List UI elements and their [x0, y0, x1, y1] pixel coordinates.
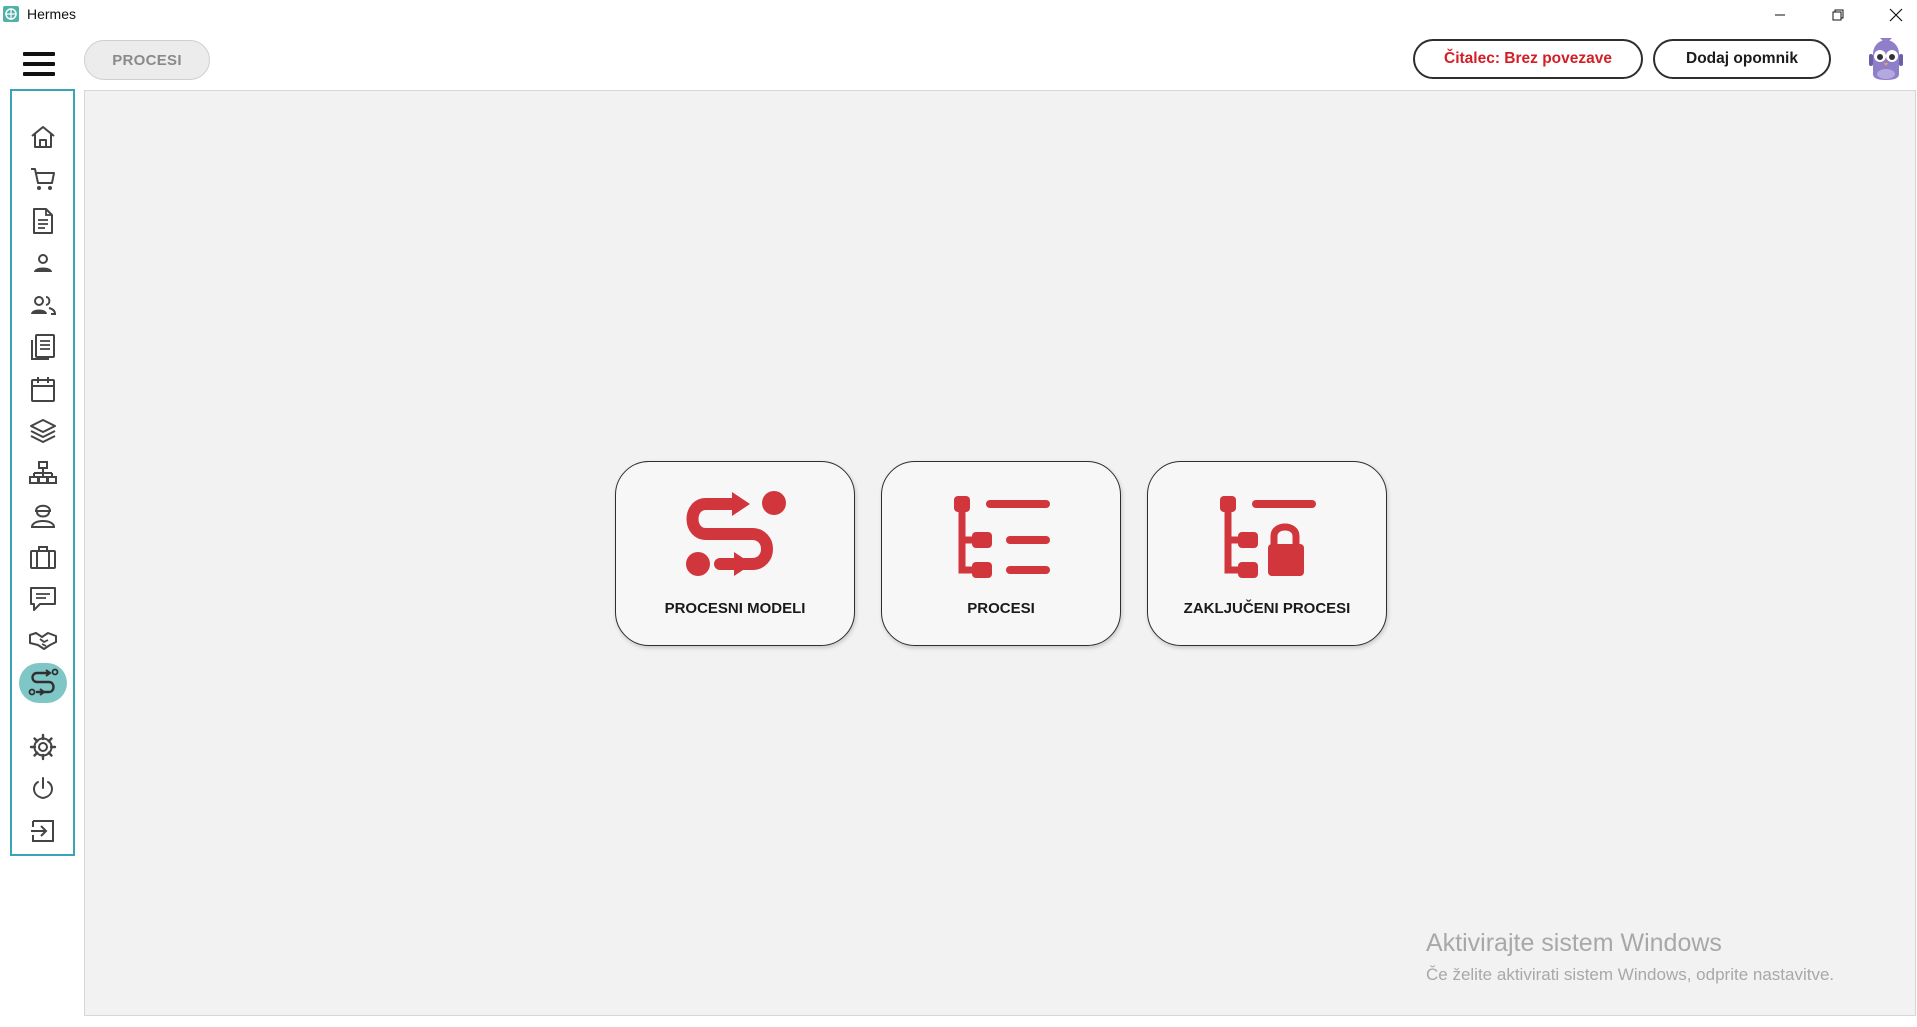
active-indicator — [18, 663, 67, 703]
process-models-card[interactable]: PROCESNI MODELI — [615, 461, 855, 646]
people-icon — [30, 296, 56, 315]
card-label: ZAKLJUČENI PROCESI — [1183, 600, 1351, 617]
restore-icon — [1832, 9, 1844, 21]
process-icon — [28, 668, 58, 696]
hierarchy-icon — [28, 461, 57, 484]
sidebar-item-cart[interactable] — [12, 159, 73, 199]
sidebar-item-news[interactable] — [12, 327, 73, 367]
close-button[interactable] — [1867, 0, 1917, 30]
sidebar-item-layers[interactable] — [12, 411, 73, 451]
breadcrumb[interactable]: PROCESI — [84, 40, 210, 80]
sidebar — [10, 89, 75, 856]
briefcase-icon — [29, 546, 56, 569]
hamburger-line — [23, 72, 55, 76]
sidebar-item-logout[interactable] — [12, 811, 73, 851]
closed-processes-card[interactable]: ZAKLJUČENI PROCESI — [1147, 461, 1387, 646]
card-label: PROCESNI MODELI — [664, 600, 806, 617]
handshake-icon — [28, 632, 57, 650]
sidebar-item-documents[interactable] — [12, 201, 73, 241]
windows-activation-title: Aktivirajte sistem Windows — [1426, 929, 1722, 957]
sidebar-item-worker[interactable] — [12, 495, 73, 535]
title-bar: Hermes — [0, 0, 1917, 30]
sidebar-item-messages[interactable] — [12, 579, 73, 619]
app-logo-icon — [3, 6, 19, 22]
process-model-icon — [686, 491, 786, 576]
windows-activation-subtitle: Če želite aktivirati sistem Windows, odp… — [1426, 965, 1835, 984]
card-label: PROCESI — [967, 600, 1035, 617]
sidebar-item-hierarchy[interactable] — [12, 453, 73, 493]
process-list-icon — [954, 496, 1050, 578]
processes-card[interactable]: PROCESI — [881, 461, 1121, 646]
hamburger-line — [23, 62, 55, 66]
close-icon — [1889, 8, 1903, 22]
message-icon — [29, 587, 56, 611]
sidebar-item-home[interactable] — [12, 117, 73, 157]
sidebar-item-power[interactable] — [12, 769, 73, 809]
sidebar-item-partners[interactable] — [12, 621, 73, 661]
add-reminder-button[interactable]: Dodaj opomnik — [1653, 39, 1831, 79]
sidebar-item-people[interactable] — [12, 285, 73, 325]
power-icon — [32, 777, 53, 800]
worker-icon — [30, 504, 55, 528]
gear-icon — [29, 733, 56, 761]
news-icon — [30, 334, 55, 360]
calendar-icon — [30, 377, 55, 402]
sidebar-item-briefcase[interactable] — [12, 537, 73, 577]
hamburger-line — [23, 52, 55, 56]
minimize-icon — [1775, 14, 1785, 16]
menu-toggle-button[interactable] — [23, 52, 55, 76]
layers-icon — [29, 419, 56, 443]
sidebar-item-settings[interactable] — [12, 727, 73, 767]
main-panel: PROCESNI MODELI PROCESI ZAKLJUČENI PROCE… — [84, 90, 1916, 1016]
restore-button[interactable] — [1809, 0, 1867, 30]
sidebar-item-processes[interactable] — [12, 663, 73, 703]
reader-status-button[interactable]: Čitalec: Brez povezave — [1413, 39, 1643, 79]
sidebar-item-calendar[interactable] — [12, 369, 73, 409]
owl-avatar-icon[interactable] — [1866, 36, 1906, 82]
document-icon — [32, 208, 53, 234]
sidebar-item-person[interactable] — [12, 243, 73, 283]
person-icon — [33, 254, 52, 272]
minimize-button[interactable] — [1751, 0, 1809, 30]
home-icon — [30, 126, 55, 148]
cart-icon — [30, 168, 55, 190]
logout-icon — [30, 820, 54, 842]
window-title: Hermes — [27, 6, 77, 22]
closed-process-icon — [1220, 496, 1316, 578]
